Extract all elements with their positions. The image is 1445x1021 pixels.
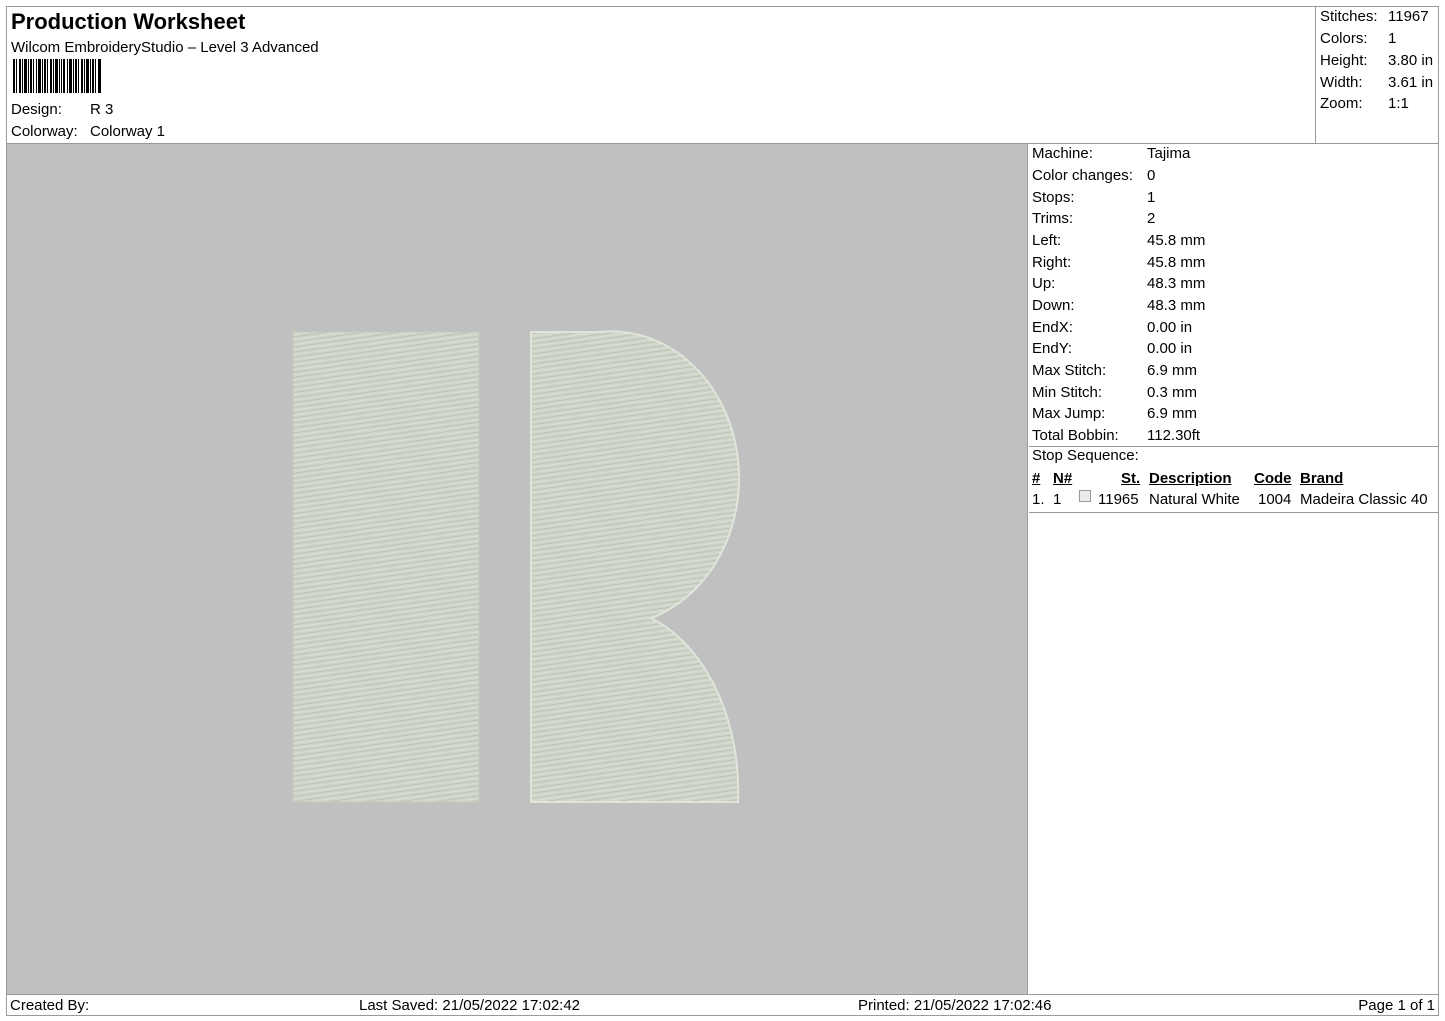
info-value: 2	[1147, 210, 1156, 227]
summary-label: Height:	[1320, 52, 1368, 69]
info-value: 6.9 mm	[1147, 405, 1198, 422]
summary-label: Stitches:	[1320, 8, 1378, 25]
summary-row: Zoom: 1:1	[1320, 95, 1409, 112]
info-value: 48.3 mm	[1147, 275, 1206, 292]
info-row: Color changes: 0	[1032, 167, 1155, 184]
stop-sequence-title: Stop Sequence:	[1032, 447, 1139, 464]
info-label: Color changes:	[1032, 167, 1133, 184]
summary-panel: Stitches: 11967 Colors: 1 Height: 3.80 in W…	[1315, 7, 1438, 143]
info-value: 1	[1147, 189, 1156, 206]
stop-row-n: 1	[1053, 491, 1062, 508]
info-value: 0.00 in	[1147, 319, 1193, 336]
colorway-label: Colorway:	[11, 123, 78, 140]
summary-value: 1	[1388, 30, 1397, 47]
colorway-value: Colorway 1	[90, 123, 166, 140]
stop-row-brand: Madeira Classic 40	[1300, 491, 1428, 508]
summary-row: Stitches: 11967	[1320, 8, 1429, 25]
summary-row: Width: 3.61 in	[1320, 74, 1433, 91]
stop-row-stitches: 11965	[1098, 491, 1139, 508]
barcode-icon	[13, 59, 101, 93]
info-value: Tajima	[1147, 145, 1191, 162]
col-header-num: #	[1032, 470, 1041, 487]
summary-label: Colors:	[1320, 30, 1368, 47]
info-row: Max Stitch: 6.9 mm	[1032, 362, 1197, 379]
info-value: 0.00 in	[1147, 340, 1193, 357]
summary-value: 11967	[1388, 8, 1429, 25]
divider	[1029, 512, 1438, 513]
machine-info-panel: Machine: Tajima Color changes: 0 Stops: 1 T…	[1029, 144, 1438, 994]
info-label: Max Stitch:	[1032, 362, 1107, 379]
info-row: Right: 45.8 mm	[1032, 254, 1205, 271]
info-row: Min Stitch: 0.3 mm	[1032, 384, 1197, 401]
info-row: Max Jump: 6.9 mm	[1032, 405, 1197, 422]
col-header-stitches: St.	[1121, 470, 1141, 487]
info-label: Down:	[1032, 297, 1075, 314]
software-name: Wilcom EmbroideryStudio – Level 3 Advanc…	[11, 39, 319, 56]
info-row: Down: 48.3 mm	[1032, 297, 1205, 314]
info-label: Min Stitch:	[1032, 384, 1103, 401]
design-value: R 3	[90, 101, 114, 118]
stop-row-num: 1.	[1032, 491, 1045, 508]
design-label: Design:	[11, 101, 62, 118]
info-row: Stops: 1	[1032, 189, 1155, 206]
r-bowl-fill	[530, 330, 740, 803]
info-row: Machine: Tajima	[1032, 145, 1190, 162]
design-row: Design: R 3	[11, 101, 113, 118]
summary-value: 1:1	[1388, 95, 1409, 112]
info-label: Left:	[1032, 232, 1062, 249]
worksheet-title: Production Worksheet	[11, 9, 246, 34]
r-stem-fill	[292, 331, 480, 803]
info-row: EndY: 0.00 in	[1032, 340, 1192, 357]
design-preview	[7, 144, 1028, 994]
thread-color-swatch	[1079, 490, 1091, 502]
last-saved: Last Saved: 21/05/2022 17:02:42	[359, 997, 581, 1014]
info-value: 6.9 mm	[1147, 362, 1198, 379]
stop-row-code: 1004	[1258, 491, 1292, 508]
info-value: 45.8 mm	[1147, 232, 1206, 249]
summary-row: Height: 3.80 in	[1320, 52, 1433, 69]
info-label: Stops:	[1032, 189, 1075, 206]
col-header-n: N#	[1053, 470, 1073, 487]
info-row: Up: 48.3 mm	[1032, 275, 1205, 292]
info-value: 112.30ft	[1147, 427, 1201, 444]
production-worksheet: Production Worksheet Wilcom EmbroiderySt…	[6, 6, 1439, 1016]
colorway-row: Colorway: Colorway 1	[11, 123, 165, 140]
info-label: Machine:	[1032, 145, 1093, 162]
summary-label: Zoom:	[1320, 95, 1363, 112]
info-label: Trims:	[1032, 210, 1074, 227]
info-value: 0.3 mm	[1147, 384, 1198, 401]
created-by: Created By:	[10, 997, 90, 1014]
col-header-description: Description	[1149, 470, 1232, 487]
summary-label: Width:	[1320, 74, 1363, 91]
info-label: Right:	[1032, 254, 1072, 271]
info-label: EndX:	[1032, 319, 1073, 336]
col-header-brand: Brand	[1300, 470, 1344, 487]
info-label: Max Jump:	[1032, 405, 1106, 422]
info-value: 48.3 mm	[1147, 297, 1206, 314]
summary-value: 3.61 in	[1388, 74, 1434, 91]
info-row: EndX: 0.00 in	[1032, 319, 1192, 336]
printed-date: Printed: 21/05/2022 17:02:46	[858, 997, 1052, 1014]
page-number: Page 1 of 1	[1358, 997, 1435, 1014]
worksheet-footer: Created By: Last Saved: 21/05/2022 17:02…	[7, 994, 1438, 1015]
stop-row-description: Natural White	[1149, 491, 1240, 508]
info-label: Total Bobbin:	[1032, 427, 1119, 444]
letter-r-stitching	[292, 330, 740, 803]
info-row: Total Bobbin: 112.30ft	[1032, 427, 1200, 444]
info-value: 0	[1147, 167, 1156, 184]
summary-value: 3.80 in	[1388, 52, 1434, 69]
embroidery-design	[292, 330, 740, 803]
info-label: EndY:	[1032, 340, 1073, 357]
summary-row: Colors: 1	[1320, 30, 1396, 47]
worksheet-header: Production Worksheet Wilcom EmbroiderySt…	[7, 7, 1438, 144]
info-label: Up:	[1032, 275, 1056, 292]
info-row: Left: 45.8 mm	[1032, 232, 1205, 249]
col-header-code: Code	[1254, 470, 1292, 487]
info-value: 45.8 mm	[1147, 254, 1206, 271]
info-row: Trims: 2	[1032, 210, 1155, 227]
